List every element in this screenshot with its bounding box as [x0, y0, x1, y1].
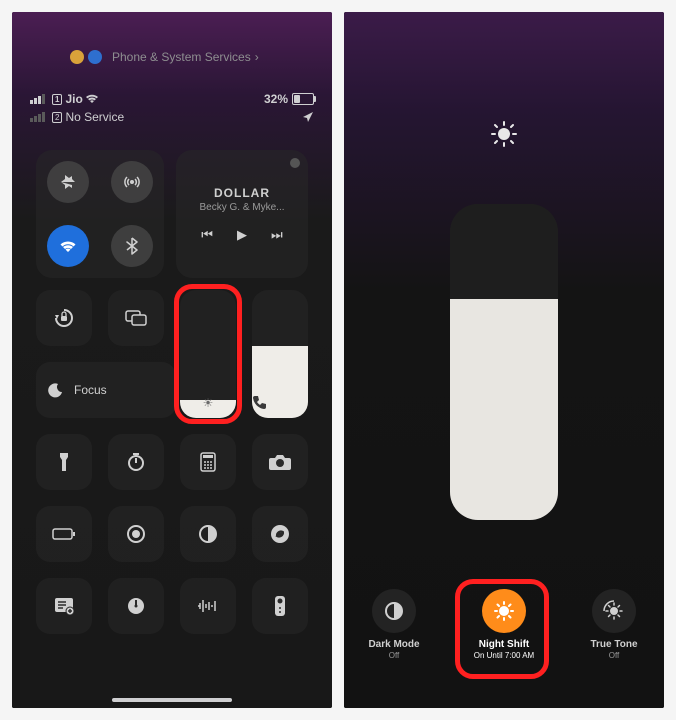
- notes-button[interactable]: [36, 578, 92, 634]
- stopwatch-button[interactable]: [108, 578, 164, 634]
- screen-mirroring-button[interactable]: [108, 290, 164, 346]
- airplay-icon[interactable]: [290, 158, 300, 168]
- dark-mode-icon: [372, 589, 416, 633]
- next-track-icon[interactable]: ⏭: [271, 227, 283, 243]
- focus-label: Focus: [74, 383, 107, 397]
- breadcrumb-label: Phone & System Services: [112, 50, 251, 64]
- dark-mode-status: Off: [389, 651, 400, 660]
- true-tone-label: True Tone: [590, 639, 637, 650]
- remote-button[interactable]: [252, 578, 308, 634]
- slider-empty: [450, 204, 558, 299]
- media-card[interactable]: DOLLAR Becky G. & Myke... ⏮ ▶ ⏭: [176, 150, 308, 278]
- screenshot-ios-control-center: Phone & System Services › 1 Jio 32% 2 No…: [12, 12, 332, 708]
- breadcrumb[interactable]: Phone & System Services ›: [70, 50, 259, 64]
- screen-record-button[interactable]: [108, 506, 164, 562]
- brightness-icon: [490, 120, 518, 148]
- shazam-button[interactable]: [252, 506, 308, 562]
- voice-memo-button[interactable]: [180, 578, 236, 634]
- display-options-row: Dark Mode Off Night Shift On Until 7:00 …: [344, 589, 664, 660]
- media-controls: ⏮ ▶ ⏭: [201, 227, 282, 243]
- wifi-toggle[interactable]: [47, 225, 89, 267]
- status-bar-second: 2 No Service: [30, 110, 314, 124]
- true-tone-option[interactable]: True Tone Off: [575, 589, 653, 660]
- control-center: DOLLAR Becky G. & Myke... ⏮ ▶ ⏭ Focus ☀: [36, 150, 308, 698]
- play-icon[interactable]: ▶: [237, 227, 247, 243]
- location-dot-icon: [70, 50, 84, 64]
- cellular-signal-icon: [30, 94, 45, 104]
- battery-icon: [292, 93, 314, 105]
- battery-percent: 32%: [264, 92, 288, 106]
- location-dot-icon: [88, 50, 102, 64]
- orientation-lock-button[interactable]: [36, 290, 92, 346]
- brightness-slider[interactable]: ☀: [180, 290, 236, 418]
- sim-indicator: 1: [52, 94, 62, 105]
- chevron-right-icon: ›: [255, 50, 259, 64]
- wifi-icon: [85, 94, 99, 104]
- true-tone-icon: [592, 589, 636, 633]
- moon-icon: [48, 382, 64, 398]
- true-tone-status: Off: [609, 651, 620, 660]
- cellular-signal-icon: [30, 112, 45, 122]
- volume-slider[interactable]: [252, 290, 308, 418]
- airplane-toggle[interactable]: [47, 161, 89, 203]
- night-shift-option[interactable]: Night Shift On Until 7:00 AM: [465, 589, 543, 660]
- sim-indicator: 2: [52, 112, 62, 123]
- phone-icon: [252, 394, 308, 410]
- status-bar: 1 Jio 32%: [30, 92, 314, 106]
- night-shift-label: Night Shift: [479, 639, 530, 650]
- media-subtitle: Becky G. & Myke...: [199, 202, 284, 213]
- night-shift-icon: [482, 589, 526, 633]
- brightness-slider-large[interactable]: [450, 204, 558, 520]
- dark-mode-option[interactable]: Dark Mode Off: [355, 589, 433, 660]
- connectivity-card: [36, 150, 164, 278]
- brightness-icon: ☀: [180, 396, 236, 410]
- bluetooth-toggle[interactable]: [111, 225, 153, 267]
- flashlight-button[interactable]: [36, 434, 92, 490]
- battery-indicator: 32%: [264, 92, 314, 106]
- night-shift-status: On Until 7:00 AM: [474, 651, 534, 660]
- camera-button[interactable]: [252, 434, 308, 490]
- media-title: DOLLAR: [214, 186, 270, 200]
- low-power-button[interactable]: [36, 506, 92, 562]
- timer-button[interactable]: [108, 434, 164, 490]
- home-indicator[interactable]: [112, 698, 232, 702]
- carrier-label: Jio: [65, 92, 82, 106]
- no-service-label: No Service: [65, 110, 124, 124]
- location-arrow-icon: [302, 111, 314, 123]
- slider-fill: [450, 299, 558, 520]
- focus-button[interactable]: Focus: [36, 362, 176, 418]
- cellular-toggle[interactable]: [111, 161, 153, 203]
- dark-mode-label: Dark Mode: [368, 639, 419, 650]
- dark-mode-button[interactable]: [180, 506, 236, 562]
- screenshot-brightness-detail: Dark Mode Off Night Shift On Until 7:00 …: [344, 12, 664, 708]
- calculator-button[interactable]: [180, 434, 236, 490]
- prev-track-icon[interactable]: ⏮: [201, 227, 213, 243]
